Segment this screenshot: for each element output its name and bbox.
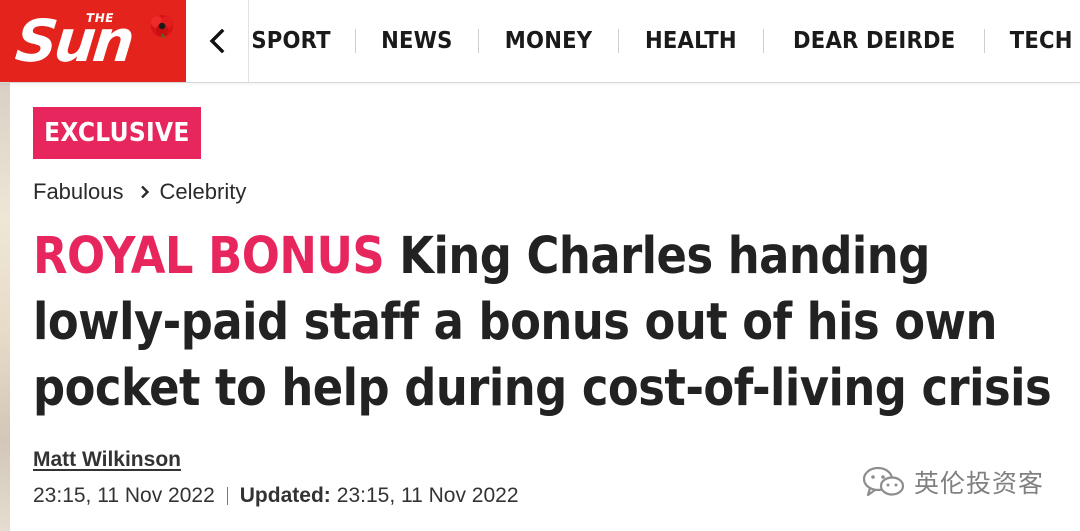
nav-divider bbox=[984, 29, 986, 53]
section-nav: SPORTNEWSMONEYHEALTHDEAR DEIRDETECHTRAVE… bbox=[249, 0, 1080, 82]
nav-item-dear-deirde[interactable]: DEAR DEIRDE bbox=[773, 0, 976, 82]
exclusive-badge-label: EXCLUSIVE bbox=[44, 118, 190, 148]
published-time: 23:15, 11 Nov 2022 bbox=[33, 484, 215, 507]
article-timestamps: 23:15, 11 Nov 2022 Updated: 23:15, 11 No… bbox=[33, 484, 519, 508]
headline-kicker: ROYAL BONUS bbox=[33, 227, 385, 286]
wechat-icon bbox=[862, 466, 905, 497]
nav-item-sport[interactable]: SPORT bbox=[251, 0, 351, 82]
site-logo[interactable]: THE Sun bbox=[0, 0, 186, 82]
watermark: 英伦投资客 bbox=[862, 464, 1044, 500]
nav-divider bbox=[478, 29, 480, 53]
breadcrumb-section-link[interactable]: Fabulous bbox=[33, 179, 124, 205]
chevron-left-icon bbox=[209, 29, 225, 53]
logo-sun-text: Sun bbox=[12, 7, 135, 75]
nav-item-money[interactable]: MONEY bbox=[485, 0, 613, 82]
nav-item-news[interactable]: NEWS bbox=[361, 0, 473, 82]
nav-item-tech[interactable]: TECH bbox=[990, 0, 1080, 82]
nav-divider bbox=[355, 29, 357, 53]
watermark-text: 英伦投资客 bbox=[914, 469, 1045, 498]
section-nav-track: SPORTNEWSMONEYHEALTHDEAR DEIRDETECHTRAVE… bbox=[249, 0, 1080, 82]
updated-time: 23:15, 11 Nov 2022 bbox=[336, 484, 519, 507]
nav-divider bbox=[762, 29, 764, 53]
exclusive-badge: EXCLUSIVE bbox=[33, 107, 201, 159]
breadcrumb-subsection-link[interactable]: Celebrity bbox=[160, 179, 247, 205]
background-image-edge bbox=[0, 82, 10, 531]
nav-item-health[interactable]: HEALTH bbox=[625, 0, 757, 82]
breadcrumb: Fabulous Celebrity bbox=[33, 176, 246, 208]
updated-label: Updated: bbox=[239, 484, 331, 507]
chevron-right-icon bbox=[140, 185, 149, 199]
timestamp-divider bbox=[226, 487, 228, 505]
page: THE Sun SPORT NEWS MONEY HEALTH DEAR DEIRDE T… bbox=[0, 0, 1080, 531]
poppy-icon bbox=[151, 15, 173, 38]
article-headline: ROYAL BONUS King Charles handing lowly-p… bbox=[33, 224, 1054, 422]
author-link[interactable]: Matt Wilkinson bbox=[33, 448, 181, 472]
top-navigation-bar: THE Sun SPORT NEWS MONEY HEALTH DEAR DEIRDE T… bbox=[0, 0, 1080, 83]
nav-divider bbox=[618, 29, 620, 53]
nav-scroll-back-button[interactable] bbox=[186, 0, 249, 82]
